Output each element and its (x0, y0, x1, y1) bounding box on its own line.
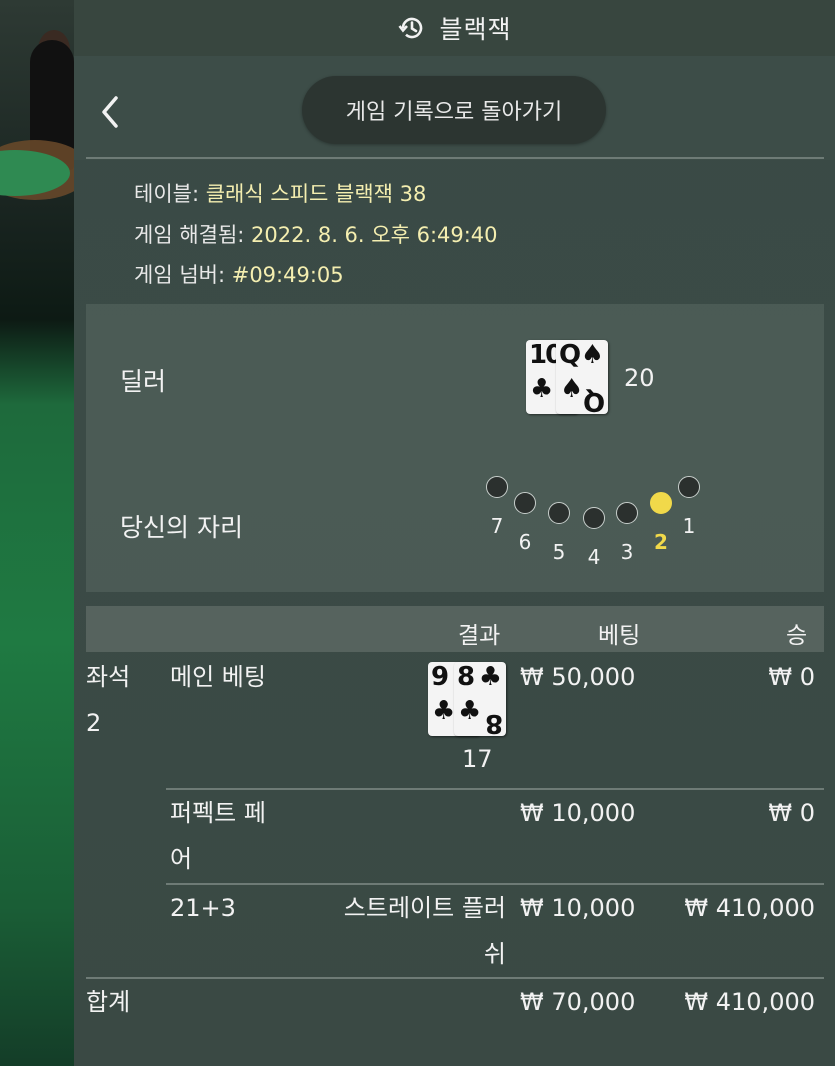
seat-number-active: 2 (654, 530, 668, 554)
seat-2-dot[interactable] (650, 492, 672, 514)
game-background (0, 0, 90, 1066)
seat-3-dot[interactable] (616, 502, 638, 524)
side-bet-21-3-label: 21+3 (170, 894, 236, 922)
seat-label-number: 2 (86, 709, 102, 737)
total-bet: ₩ 70,000 (520, 988, 636, 1016)
game-history-panel: 블랙잭 게임 기록으로 돌아가기 테이블: 클래식 스피드 블랙잭 38 게임 … (74, 0, 835, 1066)
seat-6-dot[interactable] (514, 492, 536, 514)
seat-5-dot[interactable] (548, 502, 570, 524)
side-bet-result-cont: 쉬 (483, 940, 506, 968)
seat-7-dot[interactable] (486, 476, 508, 498)
dealer-label: 딜러 (120, 367, 167, 396)
main-bet-label: 메인 베팅 (170, 663, 266, 691)
main-bet-win: ₩ 0 (768, 663, 815, 691)
hands-summary (86, 304, 824, 592)
back-chevron-icon[interactable] (96, 92, 126, 132)
resolved-info: 게임 해결됨: 2022. 8. 6. 오후 6:49:40 (134, 219, 498, 249)
table-info: 테이블: 클래식 스피드 블랙잭 38 (134, 178, 426, 208)
seat-number: 6 (518, 530, 532, 554)
panel-header: 블랙잭 (74, 0, 835, 56)
main-bet-amount: ₩ 50,000 (520, 663, 636, 691)
perfect-pair-label: 퍼펙트 페 (170, 799, 266, 827)
col-bet: 베팅 (598, 623, 641, 649)
seat-number: 4 (587, 545, 601, 569)
perfect-pair-label-cont: 어 (170, 845, 193, 873)
your-seat-label: 당신의 자리 (120, 513, 243, 542)
table-value: 클래식 스피드 블랙잭 38 (205, 182, 427, 206)
player-total: 17 (462, 745, 493, 773)
dealer-total: 20 (624, 364, 655, 392)
number-info: 게임 넘버: #09:49:05 (134, 259, 344, 289)
results-table-header: 결과 베팅 승 (86, 606, 824, 652)
side-bet-result: 스트레이트 플러 (343, 894, 506, 922)
seat-number: 7 (490, 514, 504, 538)
panel-title: 블랙잭 (439, 15, 512, 44)
number-value: #09:49:05 (231, 263, 344, 287)
resolved-value: 2022. 8. 6. 오후 6:49:40 (251, 223, 498, 247)
seat-number: 3 (620, 540, 634, 564)
table-label: 테이블: (134, 182, 200, 206)
history-icon (398, 17, 423, 39)
divider (86, 157, 824, 159)
player-card-2: 8 ♣ ♣ 8 (454, 662, 506, 736)
back-to-history-button[interactable]: 게임 기록으로 돌아가기 (302, 76, 606, 144)
resolved-label: 게임 해결됨: (134, 223, 245, 247)
col-result: 결과 (458, 623, 501, 649)
dealer-card-2: Q ♠ ♠ Q (556, 340, 608, 414)
seat-4-dot[interactable] (583, 507, 605, 529)
total-win: ₩ 410,000 (684, 988, 815, 1016)
perfect-pair-amount: ₩ 10,000 (520, 799, 636, 827)
col-win: 승 (786, 623, 808, 649)
seat-label: 좌석 (86, 663, 131, 691)
number-label: 게임 넘버: (134, 263, 226, 287)
seat-1-dot[interactable] (678, 476, 700, 498)
total-label: 합계 (86, 988, 131, 1016)
seat-number: 5 (552, 540, 566, 564)
perfect-pair-win: ₩ 0 (768, 799, 815, 827)
seat-number: 1 (682, 514, 696, 538)
side-bet-win: ₩ 410,000 (684, 894, 815, 922)
side-bet-amount: ₩ 10,000 (520, 894, 636, 922)
